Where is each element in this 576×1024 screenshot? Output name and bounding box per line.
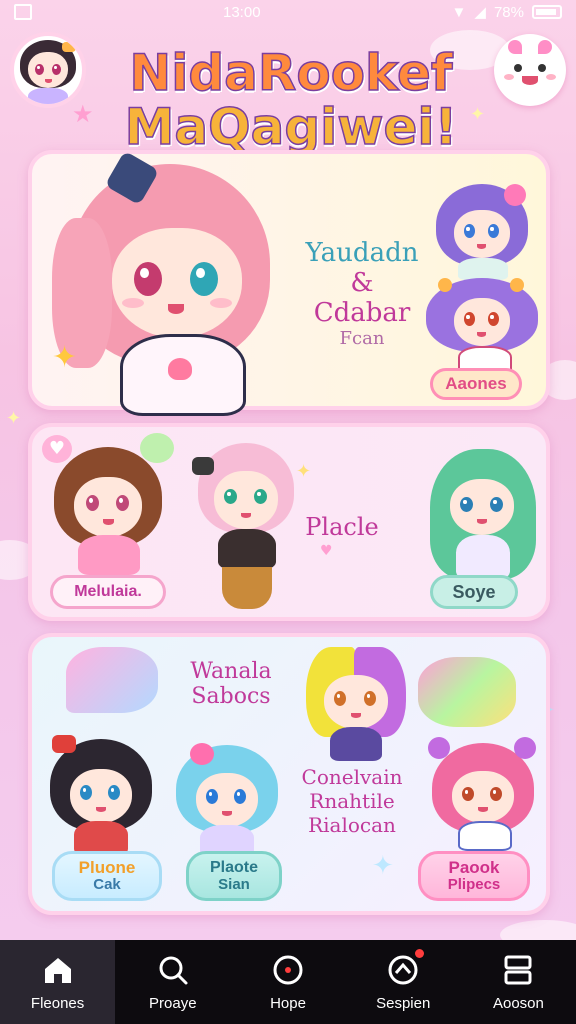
blush-icon (504, 74, 514, 80)
heart-icon: ♥ (320, 543, 333, 559)
panel1-text-line2: & (350, 268, 374, 298)
panel3-text-b-line1: Conelvain (301, 765, 403, 789)
panel1-text-line3: Cdabar (313, 298, 411, 328)
heart-icon (168, 358, 192, 380)
panel3-button-3-line1: Paook (448, 858, 500, 878)
character-green-hair (428, 447, 538, 587)
featured-panel[interactable]: ✦ Yaudadn & Cdabar Fcan Aaones (28, 150, 550, 416)
mascot-mouth-icon (522, 76, 538, 85)
happy-cloud-icon (418, 657, 516, 727)
status-time: 13:00 (223, 3, 261, 21)
ear-icon (508, 40, 522, 54)
panels-icon (504, 955, 532, 984)
nav-label-search: Proaye (149, 994, 197, 1012)
ear-icon (538, 40, 552, 54)
panel3-button-3[interactable]: Paook Plipecs (418, 851, 530, 901)
activity-panel[interactable]: Wanala Sabocs Conelvain Rnahtile Rialoca… (28, 633, 550, 915)
character-row-panel[interactable]: ♥ Placle ✦ ♥ Melulaia. Soye (28, 423, 550, 621)
bell-icon (388, 955, 418, 984)
panel1-action-label: Aaones (445, 374, 507, 394)
character-yellow-purple-hair (302, 641, 412, 761)
title-line-1: NidaRookef (96, 44, 486, 102)
sparkle-icon: ✦ (296, 461, 312, 482)
nav-label-panels: Aooson (492, 994, 544, 1012)
panel3-button-1-line1: Pluone (78, 858, 136, 878)
character-pink-hair (50, 150, 290, 416)
record-icon (273, 955, 303, 984)
panel3-text-b-line2: Rnahtile (309, 789, 395, 813)
panel3-text-a-line1: Wanala (190, 659, 272, 684)
page-title: NidaRookef MaQagiwei! (96, 44, 486, 156)
wifi-icon: ▼ (451, 3, 467, 21)
panel2-right-label: Soye (452, 581, 496, 602)
nav-label-record: Hope (270, 994, 306, 1012)
panel3-text-b-line3: Rialocan (308, 813, 396, 837)
panel3-button-2-line2: Sian (218, 875, 250, 893)
panel3-button-2-line1: Plaote (209, 858, 258, 876)
blush-icon (546, 74, 556, 80)
panel1-text-line1: Yaudadn (305, 238, 419, 268)
gallery-icon (14, 4, 32, 20)
battery-icon (531, 5, 562, 19)
character-brown-hair (48, 447, 168, 577)
sparkle-icon: ★ (72, 100, 94, 128)
panel3-button-2[interactable]: Plaote Sian (186, 851, 282, 901)
panel2-right-button[interactable]: Soye (430, 575, 518, 609)
character-magenta-hair (428, 737, 538, 851)
nav-item-notifications[interactable]: Sespien (346, 940, 461, 1024)
panel2-left-button[interactable]: Melulaia. (50, 575, 166, 609)
nav-label-home: Fleones (30, 994, 85, 1012)
panel2-left-label: Melulaia. (74, 582, 142, 600)
sparkle-icon: ✦ (372, 851, 394, 881)
panel1-action-button[interactable]: Aaones (430, 368, 522, 400)
status-bar: 13:00 ▼ ◢ 78% (0, 0, 576, 24)
sparkle-icon: ✦ (52, 340, 78, 375)
mascot-eye-icon (538, 64, 546, 72)
sparkle-icon: ✦ (6, 408, 22, 429)
character-black-hair (46, 735, 156, 855)
title-line-2: MaQagiwei! (96, 98, 486, 156)
panel2-caption: Placle (305, 513, 379, 541)
mascot-eye-icon (514, 64, 522, 72)
title-text-2: MaQagiwei! (124, 98, 458, 156)
profile-avatar-button[interactable] (10, 32, 86, 108)
nav-label-notifications: Sespien (376, 994, 431, 1012)
nav-item-record[interactable]: Hope (230, 940, 345, 1024)
search-icon (159, 956, 188, 984)
title-text-1: NidaRookef (129, 44, 454, 102)
panel3-button-1[interactable]: Pluone Cak (52, 851, 162, 901)
character-purple-hair-bottom (424, 274, 540, 374)
nav-item-panels[interactable]: Aooson (461, 940, 576, 1024)
panel3-text-a-line2: Sabocs (191, 684, 271, 709)
notification-dot (415, 948, 425, 958)
mascot-face-button[interactable] (494, 34, 566, 106)
character-purple-hair-top (432, 180, 532, 280)
panel3-button-1-line2: Cak (93, 876, 121, 894)
nav-item-home[interactable]: Fleones (0, 940, 116, 1024)
panel1-text-line4: Fcan (339, 328, 385, 349)
heart-bubble-icon (66, 647, 158, 713)
bottom-nav: Fleones Proaye Hope Sespien Aooson (0, 940, 576, 1024)
home-icon (44, 957, 71, 983)
battery-percent: 78% (493, 3, 524, 21)
avatar (14, 36, 82, 104)
character-cyan-hair (172, 741, 282, 857)
panel3-button-3-line2: Plipecs (447, 876, 501, 894)
signal-icon: ◢ (474, 4, 486, 21)
nav-item-search[interactable]: Proaye (115, 940, 230, 1024)
